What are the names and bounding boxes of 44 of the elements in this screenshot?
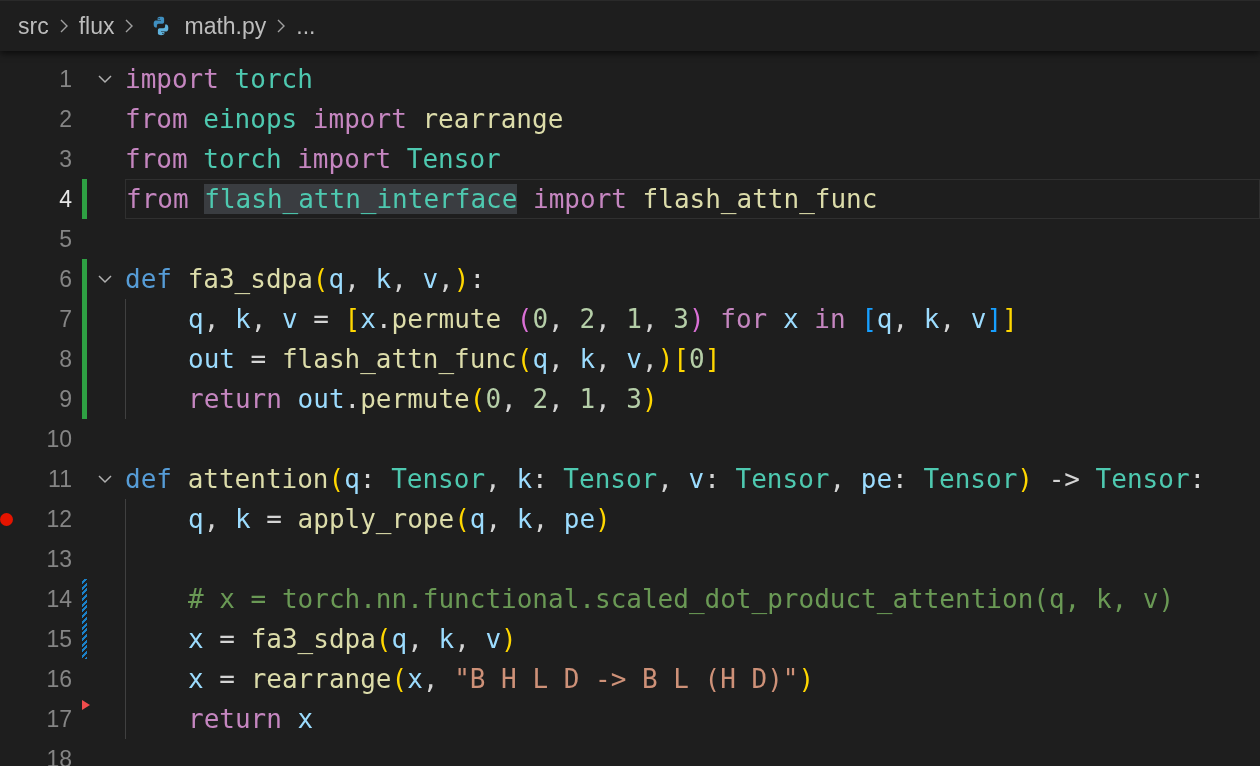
chevron-right-icon	[276, 18, 287, 34]
fold-chevron-icon[interactable]	[97, 274, 113, 284]
line-number: 1	[58, 65, 72, 93]
code-line: from einops import rearrange	[125, 104, 564, 134]
code-line: out = flash_attn_func(q, k, v,)[0]	[188, 344, 721, 374]
code-line: # x = torch.nn.functional.scaled_dot_product_attention(q, k, v)	[188, 584, 1175, 614]
line-number: 17	[45, 705, 72, 733]
fold-chevron-icon[interactable]	[97, 74, 113, 84]
line-number: 4	[58, 185, 72, 213]
code-line: return out.permute(0, 2, 1, 3)	[188, 384, 658, 414]
line-number: 7	[58, 305, 72, 333]
code-line: q, k, v = [x.permute (0, 2, 1, 3) for x in [q, k, v]]	[188, 304, 1018, 334]
code-line: import torch	[125, 64, 313, 94]
line-number: 9	[58, 385, 72, 413]
deleted-line-marker[interactable]	[82, 699, 90, 711]
code-line: x = rearrange(x, "B H L D -> B L (H D)")	[188, 664, 815, 694]
breadcrumb-item[interactable]: ...	[296, 12, 316, 40]
code-line: return x	[188, 704, 314, 734]
code-line: x = fa3_sdpa(q, k, v)	[188, 624, 517, 654]
code-line: q, k = apply_rope(q, k, pe)	[188, 504, 611, 534]
chevron-right-icon	[58, 18, 69, 34]
line-number: 8	[58, 345, 72, 373]
line-number: 12	[45, 505, 72, 533]
line-number: 16	[45, 665, 72, 693]
line-number: 14	[45, 585, 72, 613]
code-line: from flash_attn_interface import flash_attn_func	[126, 184, 878, 214]
fold-chevron-icon[interactable]	[97, 474, 113, 484]
line-number: 5	[58, 225, 72, 253]
line-number: 2	[58, 105, 72, 133]
code-line: def attention(q: Tensor, k: Tensor, v: Tensor, pe: Tensor) -> Tensor:	[125, 464, 1206, 494]
breadcrumb-item[interactable]: math.py	[184, 12, 267, 40]
line-number: 18	[45, 745, 72, 766]
line-number: 13	[45, 545, 72, 573]
chevron-right-icon	[124, 18, 135, 34]
line-number: 6	[58, 265, 72, 293]
breakpoint-icon[interactable]	[0, 512, 13, 526]
line-number: 3	[58, 145, 72, 173]
line-number: 10	[45, 425, 72, 453]
breadcrumb-item[interactable]: flux	[78, 12, 115, 40]
code-line: from torch import Tensor	[125, 144, 501, 174]
line-number: 11	[47, 465, 72, 493]
code-line: def fa3_sdpa(q, k, v,):	[125, 264, 486, 294]
line-number: 15	[45, 625, 72, 653]
breadcrumb-item[interactable]: src	[18, 12, 49, 40]
